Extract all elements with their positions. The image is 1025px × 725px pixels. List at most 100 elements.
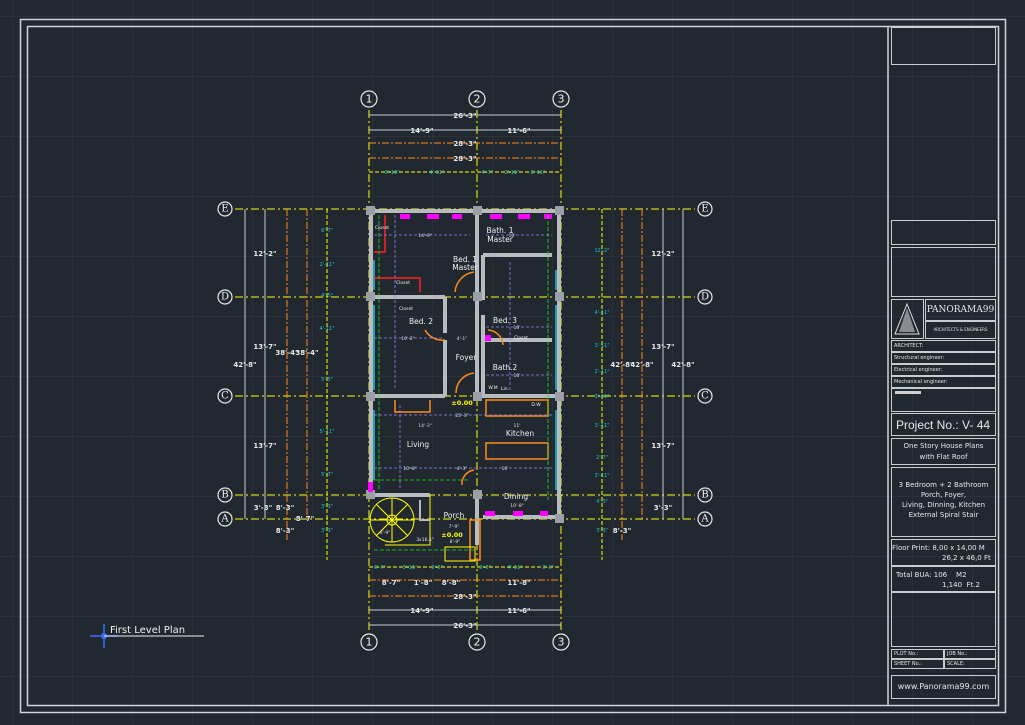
- dim-bottom-seg: 1'-8": [414, 579, 432, 587]
- dim-bottom-seg: 8'-8": [442, 579, 460, 587]
- dim-left-cb: 13'-7": [253, 442, 276, 450]
- dim-left-overall: 42'-8": [233, 361, 256, 369]
- tb-blank-4: [891, 592, 996, 647]
- interior-dim: 7'-9": [449, 524, 460, 530]
- grid-col-2-top: 2: [474, 93, 481, 106]
- dim-right-opening: 4'-11": [594, 310, 609, 316]
- scale: SCALE:: [944, 659, 996, 669]
- website-link[interactable]: www.Panorama99.com: [891, 675, 996, 699]
- dw-label: D.W: [531, 402, 541, 408]
- mechanical-field: Mechanical engineer:: [891, 376, 996, 388]
- dim-right-ed: 12'-2": [651, 250, 674, 258]
- desc-line: 3 Bedroom + 2 Bathroom: [898, 481, 989, 489]
- dim-top-opening: 4'-11": [429, 170, 444, 176]
- project-description: 3 Bedroom + 2 Bathroom Porch, Foyer, Liv…: [891, 467, 996, 537]
- dim-top-opening: 3'-10": [384, 170, 399, 176]
- dim-bottom-seg: 8'-7": [382, 579, 400, 587]
- dim-right-cb: 13'-7": [651, 442, 674, 450]
- sheet-no: SHEET No.:: [891, 659, 944, 669]
- cad-drawing: 1 2 3 1 2 3 E D C B A E D C B A 26'-3" 1…: [19, 18, 1007, 714]
- grid-row-d-right: D: [701, 292, 709, 303]
- room-bed3: Bed. 3: [493, 316, 517, 325]
- dim-right-opening: 2'-7": [596, 455, 608, 461]
- dim-left-porch: 8'-3": [276, 527, 294, 535]
- room-bed1-sub: Master: [452, 263, 479, 272]
- room-bath2: Bath.2: [493, 363, 518, 372]
- dim-bottom-opening: 4'-11": [507, 565, 522, 571]
- dim-left-dc: 13'-7": [253, 343, 276, 351]
- grid-row-e-right: E: [701, 204, 708, 215]
- dim-right-opening: 3'-11": [594, 473, 609, 479]
- room-dining: Dining: [504, 492, 528, 501]
- grid-col-1-top: 1: [366, 93, 373, 106]
- grid-col-3-bottom: 3: [558, 636, 565, 649]
- dim-right-opening: 3'-11": [594, 343, 609, 349]
- dim-top-opening: 2'-11": [504, 170, 519, 176]
- grid-row-c-right: C: [701, 391, 709, 402]
- dim-right-overall: 42'-8": [671, 361, 694, 369]
- dim-left-ed: 12'-2": [253, 250, 276, 258]
- dim-left-porch: 8'-3": [276, 504, 294, 512]
- firm-tagline: ARCHITECTS & ENGINEERS: [925, 321, 996, 339]
- electrical-field: Electrical engineer:: [891, 364, 996, 376]
- dim-left-opening: 2'-11": [319, 262, 334, 268]
- closet-label: Closet: [396, 280, 410, 286]
- lin-label: Lin.: [501, 386, 509, 392]
- grid-col-3-top: 3: [558, 93, 565, 106]
- dim-top-overall: 26'-3": [453, 112, 476, 120]
- dim-bottom-opening: 3'-3": [542, 565, 554, 571]
- interior-dim: 10': [502, 466, 509, 472]
- grid-lines: [235, 110, 695, 630]
- title-block: PANORAMA99 ARCHITECTS & ENGINEERS ARCHIT…: [891, 27, 998, 705]
- dim-right-dc: 13'-7": [651, 343, 674, 351]
- bua-label: Total BUA:: [896, 571, 932, 579]
- tb-blank-1: [891, 27, 996, 65]
- grid-row-b-right: B: [701, 490, 708, 501]
- closet-label: Closet: [399, 306, 413, 312]
- tb-blank-2: [891, 220, 996, 245]
- closet-label: Closet: [514, 335, 528, 341]
- dim-top-opening: 4'-7": [481, 170, 493, 176]
- desc-line: Living, Dinning, Kitchen: [901, 501, 986, 509]
- room-living: Living: [407, 440, 430, 449]
- bua-ft: 1,140 Ft.2: [942, 581, 980, 589]
- closet-label: Closet: [375, 225, 389, 231]
- interior-dim: 10': [509, 233, 516, 239]
- grid-row-a-left: A: [220, 514, 229, 525]
- bua-m: 106 M2: [933, 571, 967, 579]
- dim-left-opening: 3'-3": [321, 504, 333, 510]
- dim-bottom-opening: 3'-3": [431, 565, 443, 571]
- level-mark: ±0.00: [441, 531, 463, 539]
- dim-bottom-col12: 14'-9": [410, 607, 433, 615]
- job-no: JOB No.:: [944, 649, 996, 659]
- total-bua: Total BUA: 106 M2 1,140 Ft.2: [891, 566, 996, 592]
- dim-bottom-seg: 11'-8": [507, 579, 530, 587]
- interior-dim: 8'-9": [450, 539, 461, 545]
- dim-right-opening: 12'-2": [594, 248, 609, 254]
- dim-right-opening: 2'-11": [594, 369, 609, 375]
- project-title: One Story House Plans with Flat Roof: [891, 438, 996, 465]
- dim-top-orange2: 28'-3": [453, 155, 476, 163]
- dim-left-opening: 6'-7": [321, 228, 333, 234]
- dim-left-opening: 5'-7": [321, 472, 333, 478]
- interior-dim: 10': [514, 373, 521, 379]
- firm-logo: [891, 299, 924, 339]
- interior-dim: 4'-1": [457, 336, 468, 342]
- floor-print-m: 8,00 x 14,00 M: [932, 544, 985, 552]
- grid-row-d-left: D: [221, 292, 229, 303]
- room-foyer: Foyer: [456, 353, 478, 362]
- stair-note: 3x16.5": [416, 537, 434, 543]
- wm-label: W.M: [488, 385, 497, 391]
- dim-bottom-overall: 26'-3": [453, 622, 476, 630]
- grid-row-b-left: B: [221, 490, 228, 501]
- floor-print-label: Floor Print:: [892, 544, 931, 552]
- dim-top-opening: 3'-11": [530, 170, 545, 176]
- architect-field: ARCHITECT:: [891, 340, 996, 352]
- interior-dim: 10'-2": [401, 336, 415, 342]
- dim-top-col23: 11'-6": [507, 127, 530, 135]
- interior-dim: 4'-3": [457, 466, 468, 472]
- dim-top-col12: 14'-9": [410, 127, 433, 135]
- interior-dim: 10': [514, 325, 521, 331]
- tb-signature: [891, 388, 996, 412]
- dim-right-orange2: 42'-8": [630, 361, 653, 369]
